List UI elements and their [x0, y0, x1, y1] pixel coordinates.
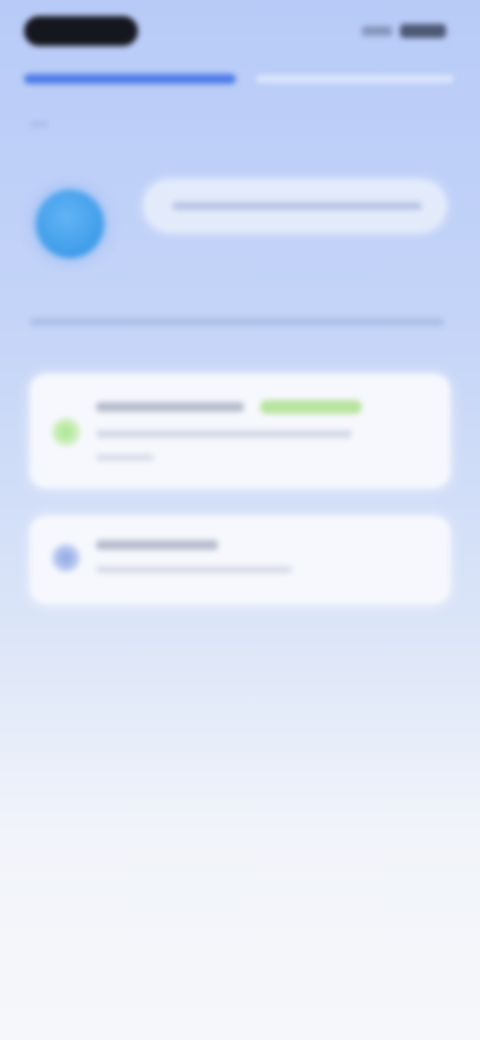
status-time-pill [24, 16, 138, 46]
profile-name-placeholder [172, 202, 422, 210]
section-title [30, 318, 444, 326]
green-status-icon [52, 418, 80, 446]
app-screen [0, 0, 480, 1040]
avatar[interactable] [36, 190, 104, 258]
blue-status-icon [52, 544, 80, 572]
card-subtitle [96, 430, 352, 438]
battery-icon [400, 24, 446, 38]
tab-strip [24, 74, 454, 84]
signal-icon [362, 26, 392, 36]
tab-active[interactable] [24, 74, 236, 84]
card-detail [96, 454, 154, 461]
status-card-2[interactable] [30, 516, 450, 604]
tab-inactive[interactable] [256, 75, 454, 83]
card-title [96, 540, 218, 550]
status-card-1[interactable] [30, 374, 450, 488]
card-title [96, 402, 244, 412]
card-tag-badge [260, 400, 362, 414]
card-subtitle [96, 566, 292, 573]
profile-name-field[interactable] [144, 180, 446, 232]
back-indicator [30, 122, 48, 126]
status-icons [362, 24, 446, 38]
